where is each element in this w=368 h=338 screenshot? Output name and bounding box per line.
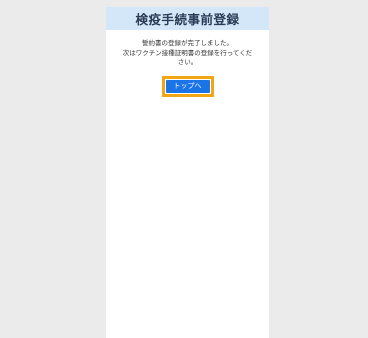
page-background: 検疫手続事前登録 誓約書の登録が完了しました。 次はワクチン接種証明書の登録を行… [0,0,368,338]
message-line-2: 次はワクチン接種証明書の登録を行ってくだ [122,48,253,57]
completion-message: 誓約書の登録が完了しました。 次はワクチン接種証明書の登録を行ってくだ さい。 [106,39,269,68]
page-title: 検疫手続事前登録 [135,12,240,27]
top-page-button[interactable]: トップへ [164,78,211,94]
message-line-1: 誓約書の登録が完了しました。 [142,39,233,47]
content-panel: 検疫手続事前登録 誓約書の登録が完了しました。 次はワクチン接種証明書の登録を行… [106,7,269,338]
page-header: 検疫手続事前登録 [106,7,269,30]
message-line-3: さい。 [177,58,198,66]
button-row: トップへ [106,75,269,97]
button-focus-highlight: トップへ [161,75,214,97]
